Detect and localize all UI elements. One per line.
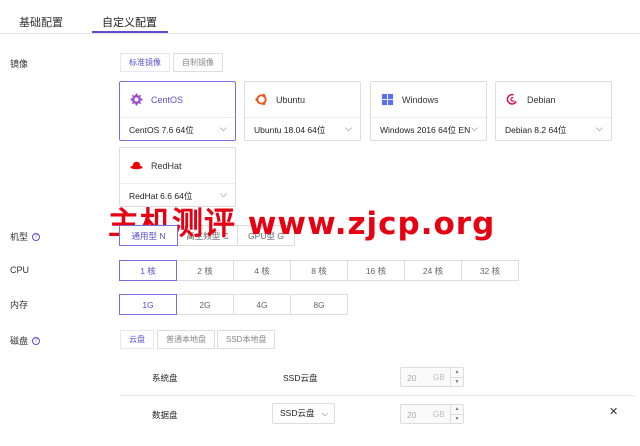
memory-option[interactable]: 2G: [176, 294, 234, 315]
subtab-standard-image[interactable]: 标准镜像: [120, 53, 170, 72]
os-version-select[interactable]: Ubuntu 18.04 64位: [254, 124, 325, 136]
disk-label: 磁盘?: [10, 334, 41, 347]
subtab-cloud-disk[interactable]: 云盘: [120, 330, 154, 349]
chevron-down-icon: ⌵: [345, 123, 352, 133]
machine-option-n[interactable]: 通用型 N: [119, 225, 178, 246]
cpu-option[interactable]: 8 核: [290, 260, 348, 281]
close-icon[interactable]: ✕: [609, 405, 618, 418]
os-name: Debian: [527, 94, 556, 105]
image-label: 镜像: [10, 59, 29, 69]
cpu-label: CPU: [10, 265, 30, 275]
active-tab-indicator: [92, 31, 168, 33]
cpu-option[interactable]: 16 核: [347, 260, 405, 281]
system-disk-type: SSD云盘: [283, 373, 318, 383]
memory-option[interactable]: 4G: [233, 294, 291, 315]
increment-icon[interactable]: ▲: [451, 405, 463, 414]
stepper-buttons[interactable]: ▲ ▼: [450, 368, 463, 386]
system-disk-label: 系统盘: [152, 373, 178, 383]
chevron-down-icon: ⌵: [471, 123, 478, 133]
os-version-select[interactable]: CentOS 7.6 64位: [129, 124, 194, 136]
machine-type-label: 机型?: [10, 230, 41, 243]
system-disk-size-stepper[interactable]: 20 GB ▲ ▼: [400, 367, 464, 387]
centos-icon: [130, 93, 143, 106]
chevron-down-icon: ⌵: [596, 123, 603, 133]
os-card-windows[interactable]: Windows Windows 2016 64位 EN ⌵: [370, 81, 487, 141]
redhat-icon: [130, 161, 143, 170]
os-card-ubuntu[interactable]: Ubuntu Ubuntu 18.04 64位 ⌵: [244, 81, 361, 141]
increment-icon[interactable]: ▲: [451, 368, 463, 377]
os-version-select[interactable]: Debian 8.2 64位: [505, 124, 566, 136]
system-disk-row: 系统盘 SSD云盘 20 GB ▲ ▼: [120, 363, 635, 393]
tab-custom-config[interactable]: 自定义配置: [102, 14, 157, 30]
cpu-option[interactable]: 2 核: [176, 260, 234, 281]
tab-basic-config[interactable]: 基础配置: [19, 14, 63, 30]
chevron-down-icon: ⌵: [321, 409, 328, 418]
data-disk-row: 数据盘 SSD云盘 ⌵ 20 GB ▲ ▼ ✕: [120, 400, 635, 430]
os-name: CentOS: [151, 94, 184, 105]
divider: [120, 395, 635, 396]
os-name: RedHat: [151, 160, 182, 171]
memory-selector: 1G 2G 4G 8G: [119, 294, 348, 315]
cpu-option[interactable]: 32 核: [461, 260, 519, 281]
cpu-option[interactable]: 1 核: [119, 260, 177, 281]
memory-option[interactable]: 1G: [119, 294, 177, 315]
stepper-buttons[interactable]: ▲ ▼: [450, 405, 463, 423]
memory-label: 内存: [10, 300, 29, 310]
windows-icon: [381, 93, 394, 106]
os-name: Windows: [402, 94, 439, 105]
chevron-down-icon: ⌵: [220, 123, 227, 133]
os-version-select[interactable]: Windows 2016 64位 EN: [380, 124, 470, 136]
ubuntu-icon: [255, 93, 267, 106]
cpu-selector: 1 核 2 核 4 核 8 核 16 核 24 核 32 核: [119, 260, 519, 281]
help-icon[interactable]: ?: [32, 336, 41, 345]
cpu-option[interactable]: 4 核: [233, 260, 291, 281]
subtab-local-disk[interactable]: 普通本地盘: [157, 330, 215, 349]
os-card-centos[interactable]: CentOS CentOS 7.6 64位 ⌵: [119, 81, 236, 141]
data-disk-label: 数据盘: [152, 410, 178, 420]
decrement-icon[interactable]: ▼: [451, 414, 463, 423]
decrement-icon[interactable]: ▼: [451, 377, 463, 386]
os-name: Ubuntu: [276, 94, 306, 105]
data-disk-type-select[interactable]: SSD云盘 ⌵: [272, 403, 335, 424]
subtab-custom-image[interactable]: 自制镜像: [173, 53, 223, 72]
debian-icon: [506, 93, 517, 105]
config-tabs: 基础配置 自定义配置: [0, 0, 640, 34]
os-card-debian[interactable]: Debian Debian 8.2 64位 ⌵: [495, 81, 612, 141]
help-icon[interactable]: ?: [32, 232, 41, 241]
subtab-ssd-local-disk[interactable]: SSD本地盘: [217, 330, 276, 349]
cpu-option[interactable]: 24 核: [404, 260, 462, 281]
memory-option[interactable]: 8G: [290, 294, 348, 315]
data-disk-size-stepper[interactable]: 20 GB ▲ ▼: [400, 404, 464, 424]
